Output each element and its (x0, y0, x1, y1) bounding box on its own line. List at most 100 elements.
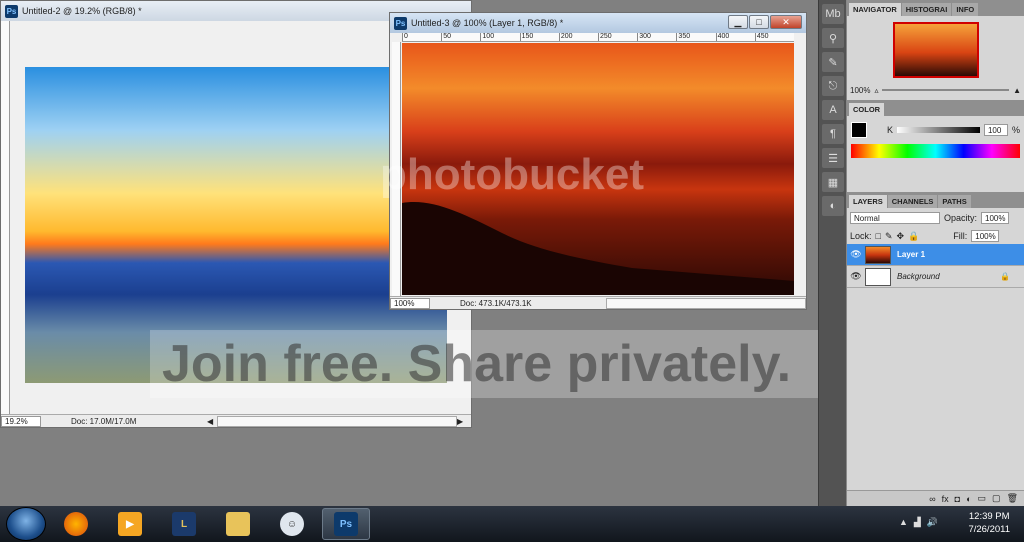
window-title: Untitled-2 @ 19.2% (RGB/8) * (22, 6, 142, 16)
styles-icon[interactable]: ▦ (822, 172, 844, 192)
taskbar-photoshop[interactable]: Ps (322, 508, 370, 540)
taskbar-messenger[interactable]: ☺ (268, 508, 316, 540)
eye-icon[interactable]: 👁 (847, 271, 865, 282)
zoom-in-icon[interactable]: ▲ (1013, 86, 1021, 95)
adjustment-layer-icon[interactable]: ◐ (966, 494, 971, 504)
ruler-tick: 400 (715, 33, 755, 41)
history-brush-icon[interactable]: ⚲ (822, 28, 844, 48)
link-layers-icon[interactable]: ∞ (929, 494, 935, 504)
opacity-label: Opacity: (944, 213, 978, 223)
close-button[interactable]: ✕ (770, 15, 802, 29)
horizontal-scrollbar[interactable] (606, 297, 806, 309)
window-controls: ▁ □ ✕ (728, 15, 802, 29)
maximize-button[interactable]: □ (749, 15, 769, 29)
window-title: Untitled-3 @ 100% (Layer 1, RGB/8) * (411, 18, 564, 28)
blend-mode-select[interactable]: Normal (850, 212, 940, 224)
canvas-beach-sunset[interactable] (25, 67, 447, 383)
photoshop-icon: Ps (334, 512, 358, 536)
zoom-field[interactable]: 19.2% (1, 415, 41, 427)
color-tabs: COLOR (847, 100, 1024, 116)
zoom-out-icon[interactable]: ▵ (874, 86, 878, 95)
layer-row-background[interactable]: 👁 Background 🔒 (847, 266, 1024, 288)
document-window-untitled-3[interactable]: Ps Untitled-3 @ 100% (Layer 1, RGB/8) * … (389, 12, 807, 310)
photoshop-icon: Ps (394, 16, 407, 30)
color-spectrum-bar[interactable] (851, 144, 1020, 158)
scroll-left-arrow-icon[interactable]: ◀ (207, 417, 217, 426)
ruler-tick: 0 (402, 33, 441, 41)
color-k-value[interactable]: 100 (983, 124, 1008, 136)
doc-info[interactable]: Doc: 473.1K/473.1K (430, 299, 606, 308)
layers-lock-row: Lock: □ ✎ ✥ 🔒 Fill: 100% (847, 228, 1024, 244)
panel-icon-strip: Mb ⚲ ✎ ⎋ A ¶ ☰ ▦ ◐ (818, 0, 846, 506)
group-icon[interactable]: ▭ (978, 493, 987, 504)
layer-mask-icon[interactable]: ◘ (955, 494, 960, 504)
navigator-thumbnail[interactable] (892, 22, 979, 78)
start-button[interactable] (6, 507, 46, 541)
adjustments-icon[interactable]: ◐ (822, 196, 844, 216)
show-hidden-icons-icon[interactable]: ▲ (899, 517, 908, 528)
clone-source-icon[interactable]: ⎋ (822, 76, 844, 96)
mini-bridge-icon[interactable]: Mb (822, 4, 844, 24)
media-player-icon: ▶ (118, 512, 142, 536)
photoshop-icon: Ps (5, 4, 18, 18)
network-icon[interactable]: ▟ (914, 517, 921, 528)
taskbar-explorer[interactable] (214, 508, 262, 540)
layers-blend-row: Normal Opacity: 100% (847, 208, 1024, 228)
clock-time: 12:39 PM (968, 511, 1010, 522)
volume-icon[interactable]: 🔊 (927, 517, 938, 528)
tab-layers[interactable]: LAYERS (849, 195, 887, 208)
taskbar-media-player[interactable]: ▶ (106, 508, 154, 540)
navigator-tabs: NAVIGATOR HISTOGRAI INFO (847, 0, 1024, 16)
scroll-right-arrow-icon[interactable]: ▶ (457, 417, 467, 426)
navigator-zoom-bar: 100% ▵ ▲ (847, 84, 1024, 96)
tab-color[interactable]: COLOR (849, 103, 885, 116)
tab-info[interactable]: INFO (952, 3, 979, 16)
opacity-field[interactable]: 100% (981, 212, 1010, 224)
clock-date: 7/26/2011 (968, 524, 1010, 535)
ruler-tick: 450 (754, 33, 794, 41)
ruler-tick: 150 (519, 33, 559, 41)
tab-histogram[interactable]: HISTOGRAI (901, 3, 952, 16)
foreground-color-swatch[interactable] (851, 122, 867, 138)
delete-layer-icon[interactable]: 🗑 (1007, 493, 1018, 504)
taskbar-firefox[interactable] (52, 508, 100, 540)
system-tray: ▲ ▟ 🔊 (899, 517, 938, 528)
lock-all-icon[interactable]: 🔒 (908, 231, 919, 242)
new-layer-icon[interactable]: ▢ (992, 493, 1001, 504)
doc-info[interactable]: Doc: 17.0M/17.0M (41, 417, 207, 426)
layer-row-layer-1[interactable]: 👁 Layer 1 (847, 244, 1024, 266)
folder-icon (226, 512, 250, 536)
navigator-zoom-value[interactable]: 100% (850, 86, 870, 95)
brush-presets-icon[interactable]: ✎ (822, 52, 844, 72)
horizontal-scrollbar[interactable] (217, 415, 457, 427)
tab-channels[interactable]: CHANNELS (887, 195, 938, 208)
color-channel-label: K (887, 125, 894, 135)
lock-position-icon[interactable]: ✥ (897, 231, 905, 242)
lock-transparent-icon[interactable]: □ (876, 231, 881, 241)
windows-taskbar: ▶ L ☺ Ps ▲ ▟ 🔊 12:39 PM 7/26/2011 (0, 506, 1024, 542)
canvas-orange-sunset[interactable] (402, 43, 794, 295)
layer-comps-icon[interactable]: ☰ (822, 148, 844, 168)
ruler-tick: 50 (441, 33, 480, 41)
layer-thumbnail (865, 267, 891, 286)
minimize-button[interactable]: ▁ (728, 15, 748, 29)
navigator-zoom-slider[interactable] (882, 89, 1010, 91)
tab-navigator[interactable]: NAVIGATOR (849, 3, 901, 16)
tab-paths[interactable]: PATHS (938, 195, 971, 208)
window-titlebar[interactable]: Ps Untitled-3 @ 100% (Layer 1, RGB/8) * … (390, 13, 806, 33)
eye-icon[interactable]: 👁 (847, 249, 865, 260)
character-icon[interactable]: A (822, 100, 844, 120)
vertical-ruler (392, 42, 401, 296)
status-bar: 19.2% Doc: 17.0M/17.0M ◀ ▶ (1, 414, 471, 427)
layers-tabs: LAYERS CHANNELS PATHS (847, 192, 1024, 208)
zoom-field[interactable]: 100% (390, 297, 430, 309)
taskbar-clock[interactable]: 12:39 PM 7/26/2011 (968, 510, 1010, 536)
taskbar-league[interactable]: L (160, 508, 208, 540)
layer-style-icon[interactable]: fx (942, 494, 949, 504)
lock-image-icon[interactable]: ✎ (885, 231, 893, 242)
color-controls: K 100 % (847, 116, 1024, 138)
color-k-slider[interactable] (897, 127, 980, 133)
fill-field[interactable]: 100% (971, 230, 1000, 242)
color-unit: % (1011, 125, 1020, 135)
paragraph-icon[interactable]: ¶ (822, 124, 844, 144)
